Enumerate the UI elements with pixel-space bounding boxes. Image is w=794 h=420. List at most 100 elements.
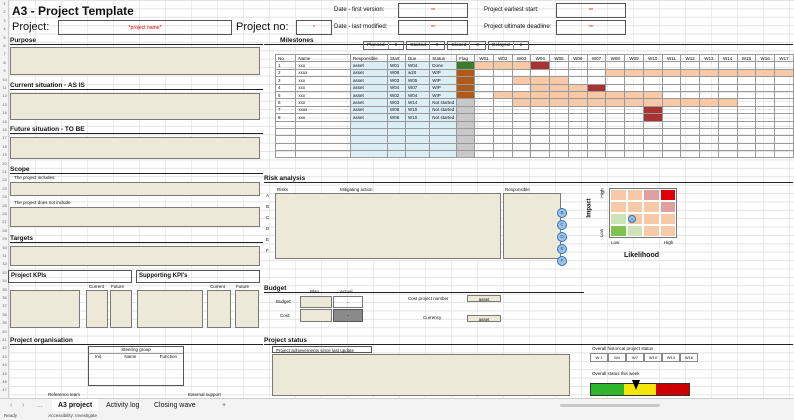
milestone-cell-no[interactable]: 4	[274, 83, 297, 92]
row-number[interactable]: 17	[0, 135, 9, 140]
milestone-cell-due[interactable]: W10	[404, 105, 431, 115]
milestone-cell-name[interactable]: xxx	[295, 61, 351, 70]
milestone-row[interactable]: 7 xxxx asset W08 W10 Not started	[274, 105, 794, 115]
row-number[interactable]: 10	[0, 77, 9, 82]
risk-bubble[interactable]: F	[557, 256, 567, 266]
scope-excludes-box[interactable]	[10, 207, 260, 227]
milestone-cell-no[interactable]	[274, 142, 297, 152]
milestone-cell-name[interactable]: xxx	[295, 83, 351, 92]
horizontal-scrollbar[interactable]	[560, 404, 660, 407]
row-number[interactable]: 39	[0, 320, 9, 325]
milestone-cell-no[interactable]: 3	[274, 76, 297, 85]
milestone-cell-no[interactable]	[274, 150, 297, 159]
milestone-cell-name[interactable]: xxxx	[295, 68, 351, 78]
milestone-cell-status[interactable]: Done	[429, 61, 458, 70]
milestone-cell-resp[interactable]: asset	[349, 98, 388, 107]
earliest-start-field[interactable]: **	[556, 3, 626, 18]
milestone-cell-status[interactable]: WIP	[429, 76, 458, 85]
row-number[interactable]: 15	[0, 119, 9, 124]
milestone-cell-start[interactable]: W03	[386, 98, 406, 107]
risk-bubble[interactable]: B	[557, 208, 567, 218]
milestone-cell-due[interactable]	[404, 135, 431, 144]
milestone-cell-resp[interactable]	[349, 142, 388, 152]
milestone-cell-no[interactable]: 6	[274, 98, 297, 107]
deadline-field[interactable]: **	[556, 20, 626, 35]
row-number[interactable]: 46	[0, 379, 9, 384]
row-number[interactable]: 24	[0, 194, 9, 199]
milestone-cell-status[interactable]: Not started	[429, 113, 458, 122]
row-number[interactable]: 14	[0, 110, 9, 115]
milestone-cell-status[interactable]: WIP	[429, 68, 458, 78]
row-number[interactable]: 4	[0, 26, 9, 31]
milestone-cell-due[interactable]	[404, 120, 431, 129]
row-number[interactable]: 12	[0, 93, 9, 98]
kpi-box[interactable]	[10, 290, 80, 328]
milestone-cell-due[interactable]	[404, 142, 431, 152]
milestone-cell-resp[interactable]: asset	[349, 68, 388, 78]
row-number[interactable]: 32	[0, 261, 9, 266]
row-number[interactable]: 38	[0, 312, 9, 317]
risk-bubble[interactable]: E	[557, 244, 567, 254]
milestone-cell-due[interactable]: W04	[404, 61, 431, 70]
row-number[interactable]: 22	[0, 177, 9, 182]
row-number[interactable]: 5	[0, 35, 9, 40]
milestone-cell-due[interactable]	[404, 150, 431, 159]
milestone-cell-due[interactable]	[404, 127, 431, 137]
future-box[interactable]	[10, 137, 260, 159]
milestone-cell-start[interactable]	[386, 150, 406, 159]
milestone-row[interactable]: 6 xxx asset W03 W14 Not started	[274, 98, 794, 107]
milestone-cell-start[interactable]: W06	[386, 113, 406, 122]
kpi-future-box[interactable]	[110, 290, 132, 328]
row-number[interactable]: 6	[0, 43, 9, 48]
risk-bubble[interactable]: D	[557, 232, 567, 242]
milestone-cell-no[interactable]: 1	[274, 61, 297, 70]
milestone-cell-no[interactable]: 5	[274, 90, 297, 100]
row-number[interactable]: 40	[0, 329, 9, 334]
milestone-cell-name[interactable]: xxx	[295, 113, 351, 122]
milestone-cell-resp[interactable]	[349, 127, 388, 137]
row-number[interactable]: 31	[0, 253, 9, 258]
milestone-cell-no[interactable]	[274, 135, 297, 144]
milestone-cell-name[interactable]	[295, 135, 351, 144]
milestone-cell-name[interactable]	[295, 150, 351, 159]
row-number[interactable]: 45	[0, 371, 9, 376]
milestone-cell-resp[interactable]: asset	[349, 113, 388, 122]
milestone-cell-due[interactable]: W07	[404, 83, 431, 92]
row-number[interactable]: 19	[0, 152, 9, 157]
cost-plan-field[interactable]	[300, 309, 332, 322]
milestone-cell-start[interactable]	[386, 142, 406, 152]
row-number[interactable]: 28	[0, 228, 9, 233]
milestone-cell-name[interactable]: xxxx	[295, 105, 351, 115]
milestone-row[interactable]	[274, 127, 794, 137]
milestone-cell-status[interactable]: Not started	[429, 105, 458, 115]
milestone-cell-start[interactable]: W04	[386, 83, 406, 92]
milestone-cell-no[interactable]	[274, 127, 297, 137]
cost-project-number-field[interactable]: asset	[467, 295, 501, 302]
milestone-row[interactable]: 8 xxx asset W06 W10 Not started	[274, 113, 794, 122]
milestone-cell-status[interactable]: Not started	[429, 98, 458, 107]
row-number[interactable]: 2	[0, 9, 9, 14]
scope-includes-box[interactable]	[10, 182, 260, 196]
achievements-box[interactable]	[272, 354, 570, 396]
project-no-field[interactable]: *	[296, 20, 332, 35]
accessibility-status[interactable]: Accessibility: Investigate	[18, 413, 97, 418]
milestone-cell-start[interactable]	[386, 120, 406, 129]
milestone-cell-name[interactable]: xxx	[295, 76, 351, 85]
project-name-field[interactable]: *project name*	[58, 20, 232, 35]
row-number[interactable]: 11	[0, 85, 9, 90]
milestone-row[interactable]	[274, 120, 794, 129]
milestone-cell-status[interactable]	[429, 127, 458, 137]
risk-description-box[interactable]	[275, 193, 501, 259]
row-number[interactable]: 41	[0, 337, 9, 342]
milestone-cell-status[interactable]	[429, 142, 458, 152]
row-number[interactable]: 18	[0, 144, 9, 149]
supp-current-box[interactable]	[207, 290, 231, 328]
milestone-cell-no[interactable]: 8	[274, 113, 297, 122]
milestone-cell-status[interactable]: WIP	[429, 83, 458, 92]
milestone-cell-no[interactable]	[274, 120, 297, 129]
milestone-cell-due[interactable]: W14	[404, 98, 431, 107]
milestone-cell-start[interactable]: W08	[386, 105, 406, 115]
milestone-row[interactable]: 4 xxx asset W04 W07 WIP	[274, 83, 794, 92]
milestone-cell-status[interactable]	[429, 135, 458, 144]
row-number[interactable]: 23	[0, 186, 9, 191]
